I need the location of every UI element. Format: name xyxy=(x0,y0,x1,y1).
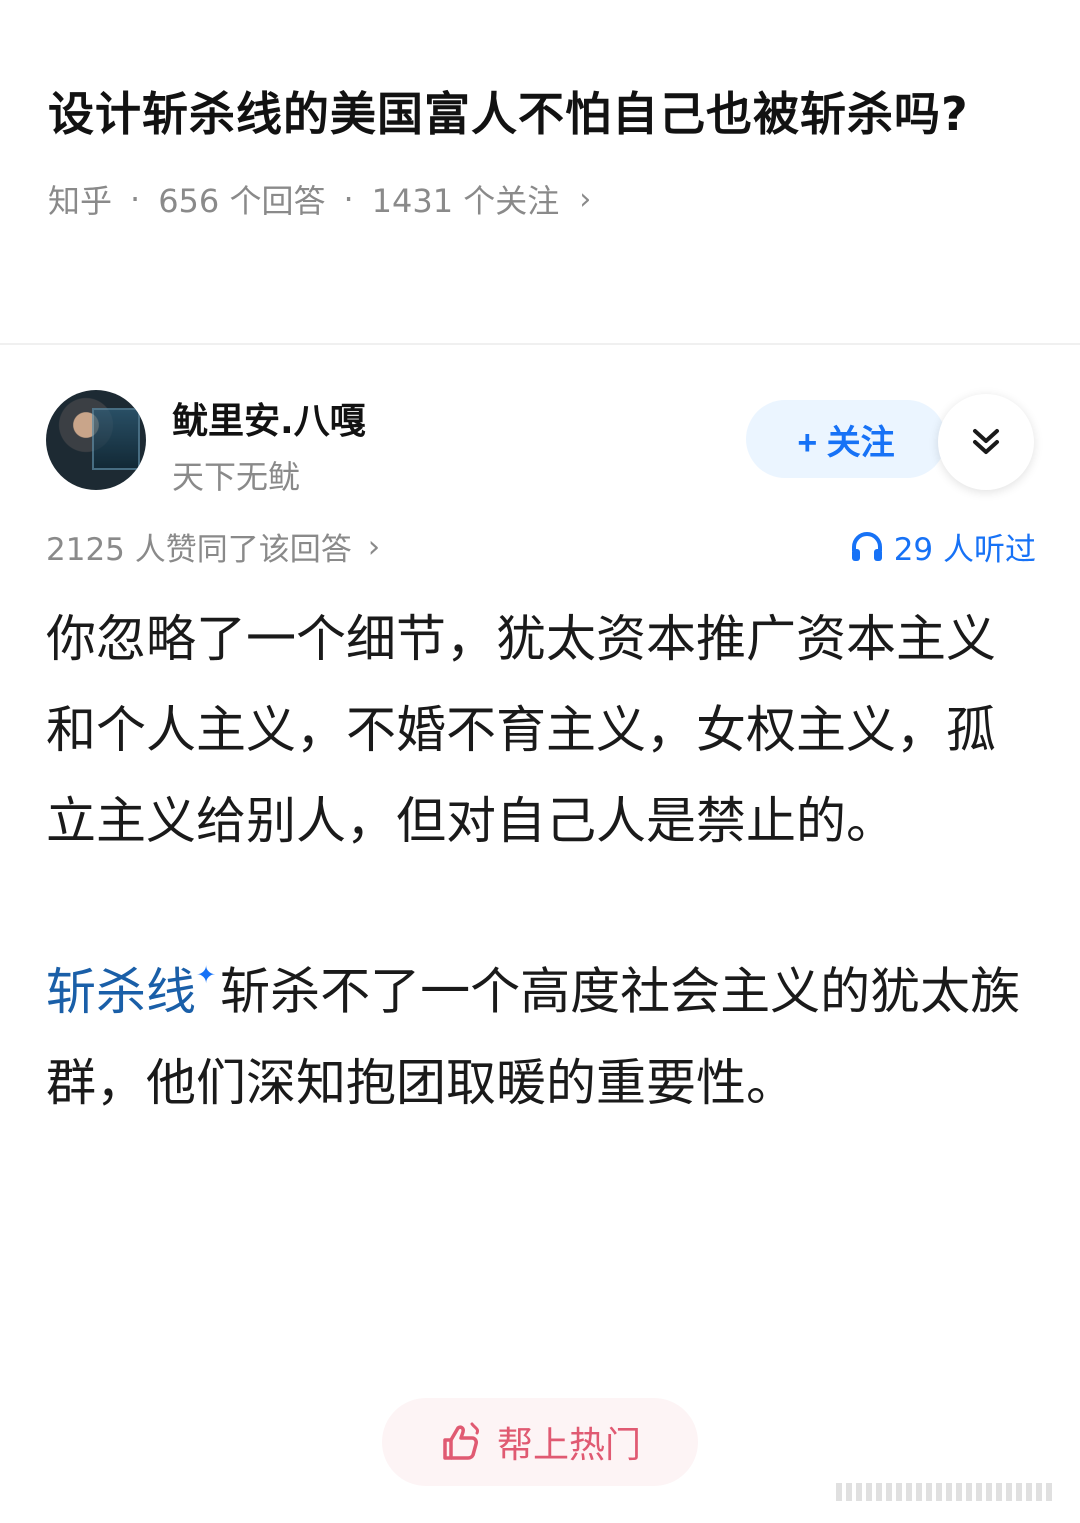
chevron-right-icon: › xyxy=(579,181,592,217)
listen-count: 29 人听过 xyxy=(893,532,1036,568)
answer-paragraph: 斩杀线✦斩杀不了一个高度社会主义的犹太族群，他们深知抱团取暖的重要性。 xyxy=(46,938,1036,1129)
question-meta[interactable]: 知乎 · 656 个回答 · 1431 个关注 › xyxy=(48,176,1008,222)
section-divider xyxy=(0,343,1080,345)
boost-hot-label: 帮上热门 xyxy=(496,1425,641,1466)
separator-dot: · xyxy=(343,180,354,218)
answer-body: 你忽略了一个细节，犹太资本推广资本主义和个人主义，不婚不育主义，女权主义，孤立主… xyxy=(46,594,1036,1129)
author-row: 鱿里安.八嘎 天下无鱿 + 关注 xyxy=(46,390,1036,496)
author-name[interactable]: 鱿里安.八嘎 xyxy=(172,392,366,444)
follow-count: 1431 个关注 xyxy=(371,182,560,220)
question-header: 设计斩杀线的美国富人不怕自己也被斩杀吗? 知乎 · 656 个回答 · 1431… xyxy=(48,72,1008,222)
sparkle-icon: ✦ xyxy=(196,961,217,989)
answer-stats: 2125 人赞同了该回答 › 29 人听过 xyxy=(46,524,1036,569)
answer-count: 656 个回答 xyxy=(158,182,326,220)
separator-dot: · xyxy=(130,180,141,218)
thumbs-up-fire-icon xyxy=(443,1422,479,1460)
upvote-count: 2125 人赞同了该回答 xyxy=(46,532,352,568)
double-chevron-down-icon xyxy=(973,429,999,454)
listen-button[interactable]: 29 人听过 xyxy=(850,524,1036,569)
headphones-icon xyxy=(851,531,882,561)
question-title[interactable]: 设计斩杀线的美国富人不怕自己也被斩杀吗? xyxy=(48,72,1008,156)
answer-paragraph: 你忽略了一个细节，犹太资本推广资本主义和个人主义，不婚不育主义，女权主义，孤立主… xyxy=(46,610,996,850)
author-bio: 天下无鱿 xyxy=(172,458,301,496)
follow-button[interactable]: + 关注 xyxy=(746,400,946,478)
source-label: 知乎 xyxy=(48,182,113,220)
expand-button[interactable] xyxy=(938,394,1034,490)
follow-button-label: + 关注 xyxy=(797,423,895,462)
boost-hot-button[interactable]: 帮上热门 xyxy=(382,1398,698,1486)
keyword-text: 斩杀线 xyxy=(46,962,196,1021)
watermark xyxy=(836,1483,1056,1501)
keyword-link[interactable]: 斩杀线✦ xyxy=(46,961,220,1021)
chevron-right-icon: › xyxy=(367,528,381,565)
upvote-summary[interactable]: 2125 人赞同了该回答 › xyxy=(46,524,380,569)
avatar[interactable] xyxy=(46,390,146,490)
